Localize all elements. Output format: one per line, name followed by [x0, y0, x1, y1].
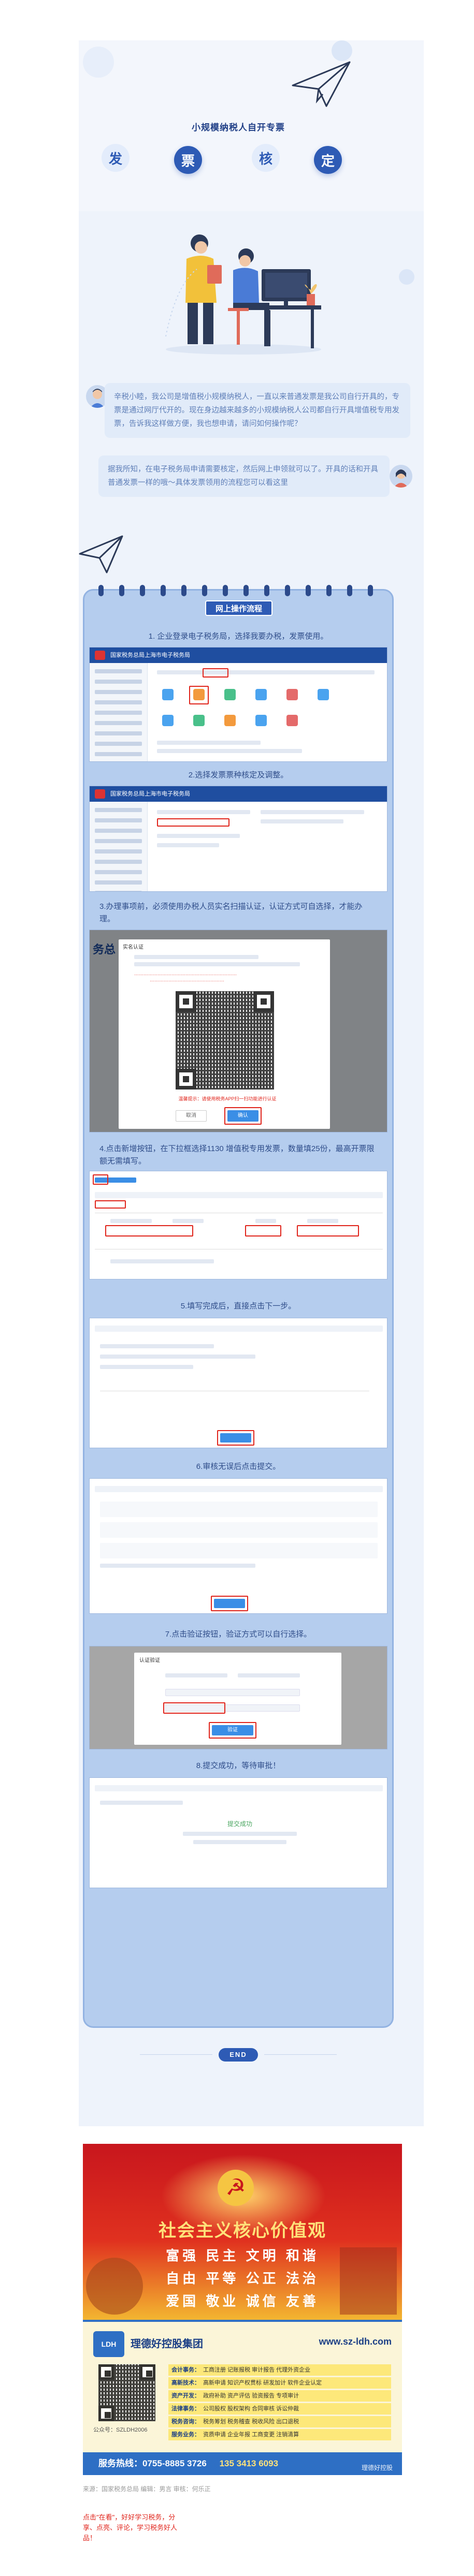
- binder-rings: [98, 585, 378, 596]
- verify-modal: 认证验证 验证: [134, 1653, 341, 1745]
- step-4-text: 4.点击新增按钮，在下拉框选择1130 增值税专用发票，数量填25份，最高开票限…: [99, 1144, 375, 1166]
- title-char: 票: [174, 146, 202, 174]
- portal-header: 国家税务总局上海市电子税务局: [90, 647, 387, 663]
- values-banner: ☭ 社会主义核心价值观 富强 民主 文明 和谐 自由 平等 公正 法治 爱国 敬…: [83, 2144, 402, 2320]
- banner-row: 爱国 敬业 诚信 友善: [166, 2293, 319, 2309]
- decor-circle: [83, 47, 114, 78]
- process-title: 网上操作流程: [205, 600, 272, 616]
- screenshot-step-5: [89, 1318, 387, 1448]
- article-source: 来源：国家税务总局 编辑：男言 审核：何乐正: [83, 2485, 211, 2493]
- step-5-text: 5.填写完成后，直接点击下一步。: [180, 1302, 296, 1311]
- question-text: 辛税小睦，我公司是增值税小规模纳税人，一直以来普通发票是我公司自行开具的，专票是…: [114, 393, 399, 428]
- company-logo: LDH: [93, 2331, 124, 2357]
- hotline-mobile[interactable]: 135 3413 6093: [220, 2459, 278, 2468]
- screenshot-step-7: 认证验证 验证: [89, 1646, 387, 1749]
- watermark: 理德好控股: [361, 2464, 393, 2471]
- service-item: 税务咨询： 税务筹划 税务稽查 税收风险 出口退税: [168, 2416, 391, 2427]
- screenshot-step-8: 提交成功: [89, 1777, 387, 1888]
- screenshot-step-1: 国家税务总局上海市电子税务局: [89, 647, 387, 762]
- scan-tip: 温馨提示：请使用税务APP扫一扫功能进行认证: [178, 1096, 277, 1101]
- end-badge: END: [219, 2048, 258, 2062]
- step-2-text: 2.选择发票票种核定及调整。: [188, 771, 289, 779]
- decor-circle: [399, 269, 414, 285]
- paper-plane-icon: [79, 535, 123, 573]
- paper-plane-icon: [292, 61, 351, 107]
- company-name: 理德好控股集团: [131, 2338, 203, 2350]
- portal-header: 国家税务总局上海市电子税务局: [90, 786, 387, 802]
- step-6-text: 6.审核无误后点击提交。: [196, 1462, 281, 1471]
- service-item: 法律事务： 公司股权 股权架构 合同审核 诉讼仲裁: [168, 2403, 391, 2415]
- service-item: 服务业务： 资质申请 企业年报 工商变更 注销清算: [168, 2429, 391, 2440]
- screenshot-step-2: 国家税务总局上海市电子税务局: [89, 786, 387, 892]
- page-title: 小规模纳税人自开专票: [192, 123, 285, 133]
- answer-bubble: 据我所知，在电子税务局申请需要核定，然后网上申领就可以了。开具的话和开具普通发票…: [98, 455, 390, 497]
- service-item: 资产开发： 政府补助 资产评估 验资报告 专项审计: [168, 2390, 391, 2402]
- assistant-avatar: [390, 465, 412, 488]
- screenshot-step-4: [89, 1171, 387, 1279]
- wechat-qr-code: [98, 2364, 155, 2421]
- scan-modal: 实名认证 ………………………………………………………… …………………………………: [119, 939, 330, 1129]
- banner-heading: 社会主义核心价值观: [159, 2221, 326, 2241]
- wechat-account: 公众号：SZLDH2006: [93, 2427, 148, 2433]
- title-char: 核: [252, 144, 280, 172]
- office-illustration: [165, 234, 321, 355]
- hotline-label: 服务热线：0755-8885 3726: [98, 2459, 207, 2468]
- company-website[interactable]: www.sz-ldh.com: [319, 2336, 392, 2347]
- divider: [264, 2054, 337, 2055]
- question-bubble: 辛税小睦，我公司是增值税小规模纳税人，一直以来普通发票是我公司自行开具的，专票是…: [105, 383, 410, 438]
- service-item: 高新技术： 高新申请 知识产权贯标 研发加计 软件企业认定: [168, 2377, 391, 2389]
- title-char: 定: [314, 146, 342, 174]
- success-text: 提交成功: [227, 1820, 252, 1828]
- qr-code: [176, 991, 274, 1090]
- cancel-button[interactable]: 取消: [176, 1110, 207, 1122]
- screenshot-step-3: 务总 实名认证 ………………………………………………………… …………………………: [89, 930, 387, 1132]
- title-characters: 发 票 核 定: [102, 144, 371, 175]
- step-7-text: 7.点击验证按钮，验证方式可以自行选择。: [165, 1630, 312, 1639]
- hotline-bar: 服务热线：0755-8885 3726 135 3413 6093: [83, 2452, 402, 2475]
- title-char: 发: [102, 144, 130, 172]
- step-8-text: 8.提交成功，等待审批！: [196, 1761, 281, 1770]
- company-card: LDH 理德好控股集团 www.sz-ldh.com 公众号：SZLDH2006…: [83, 2320, 402, 2475]
- service-list: 会计事务： 工商注册 记账报税 审计报告 代理外资企业 高新技术： 高新申请 知识产…: [168, 2364, 391, 2442]
- banner-row: 自由 平等 公正 法治: [166, 2271, 319, 2286]
- step-3-text: 3.办理事项前，必须使用办税人员实名扫描认证，认证方式可自选择，才能办理。: [99, 902, 363, 923]
- call-to-action: 点击"在看"，好好学习税务，分享、点亮、评论，学习税务好人品！: [83, 2513, 178, 2542]
- party-emblem-icon: ☭: [218, 2170, 254, 2206]
- answer-text: 据我所知，在电子税务局申请需要核定，然后网上申领就可以了。开具的话和开具普通发票…: [108, 465, 378, 487]
- banner-row: 富强 民主 文明 和谐: [166, 2248, 319, 2263]
- divider: [140, 2054, 212, 2055]
- service-item: 会计事务： 工商注册 记账报税 审计报告 代理外资企业: [168, 2364, 391, 2376]
- step-1-text: 1. 企业登录电子税务局，选择我要办税，发票使用。: [148, 632, 328, 641]
- screenshot-step-6: [89, 1478, 387, 1614]
